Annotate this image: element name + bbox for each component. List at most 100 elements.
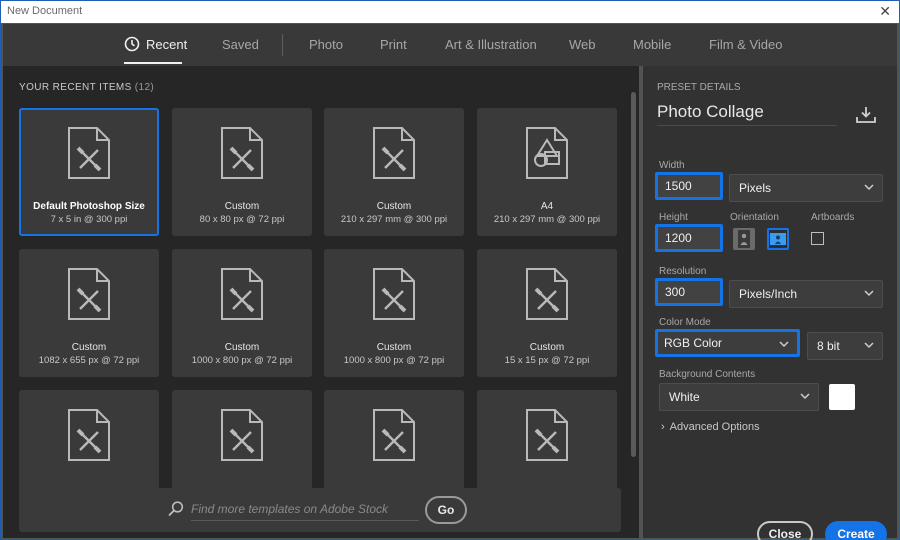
color-mode-label: Color Mode: [659, 317, 711, 328]
document-shapes-icon: [525, 126, 569, 180]
active-tab-indicator: [124, 62, 182, 64]
recent-item-name: Custom: [529, 342, 565, 353]
recent-item-name: Default Photoshop Size: [33, 201, 145, 212]
recent-item-name: Custom: [376, 342, 412, 353]
recent-item-dimensions: 210 x 297 mm @ 300 ppi: [493, 214, 601, 225]
height-input[interactable]: 1200: [655, 224, 723, 252]
portrait-icon: [738, 230, 750, 248]
category-tabs: Recent Saved Photo Print Art & Illustrat…: [3, 24, 897, 66]
preset-details-panel: PRESET DETAILS Photo Collage Width 1500 …: [643, 66, 897, 540]
document-brush-icon: [372, 126, 416, 180]
bit-depth-value: 8 bit: [817, 339, 840, 353]
recent-item-dimensions: 1000 x 800 px @ 72 ppi: [343, 355, 445, 366]
recent-items-panel: YOUR RECENT ITEMS (12) Default Photoshop …: [3, 66, 639, 538]
stock-search-input[interactable]: Find more templates on Adobe Stock: [191, 502, 419, 521]
recent-items-scrollbar[interactable]: [631, 92, 636, 457]
color-mode-value: RGB Color: [664, 336, 723, 350]
stock-search-bar: Find more templates on Adobe Stock Go: [19, 488, 621, 532]
document-brush-icon: [220, 126, 264, 180]
recent-item-name: Custom: [71, 342, 107, 353]
recent-item-card[interactable]: Custom 1000 x 800 px @ 72 ppi: [324, 249, 464, 377]
document-brush-icon: [525, 408, 569, 462]
recent-items-heading: YOUR RECENT ITEMS (12): [19, 82, 154, 93]
create-button[interactable]: Create: [825, 521, 887, 540]
recent-item-dimensions: 1082 x 655 px @ 72 ppi: [38, 355, 140, 366]
title-bar: New Document ✕: [1, 1, 899, 23]
landscape-icon: [770, 233, 786, 245]
document-brush-icon: [67, 126, 111, 180]
recent-item-name: Custom: [224, 342, 260, 353]
resolution-input[interactable]: 300: [655, 278, 723, 306]
document-brush-icon: [220, 267, 264, 321]
tab-photo[interactable]: Photo: [309, 37, 343, 52]
search-icon: [168, 501, 184, 516]
background-color-swatch[interactable]: [829, 384, 855, 410]
artboards-label: Artboards: [811, 212, 855, 223]
recent-item-name: Custom: [376, 201, 412, 212]
document-brush-icon: [525, 267, 569, 321]
recent-item-dimensions: 1000 x 800 px @ 72 ppi: [191, 355, 293, 366]
preset-name-field[interactable]: Photo Collage: [657, 102, 837, 126]
recent-item-card[interactable]: Custom 15 x 15 px @ 72 ppi: [477, 249, 617, 377]
recent-item-dimensions: 15 x 15 px @ 72 ppi: [504, 355, 590, 366]
width-input[interactable]: 1500: [655, 172, 723, 200]
landscape-orientation-button[interactable]: [767, 228, 789, 250]
height-label: Height: [659, 212, 688, 223]
recent-item-dimensions: 7 x 5 in @ 300 ppi: [50, 214, 128, 225]
resolution-unit-select[interactable]: Pixels/Inch: [729, 280, 883, 308]
recent-items-count: (12): [134, 82, 155, 93]
save-preset-icon[interactable]: [855, 106, 877, 124]
recent-item-name: A4: [540, 201, 554, 212]
document-brush-icon: [372, 408, 416, 462]
new-document-dialog: New Document ✕ Recent Saved Photo Print …: [0, 0, 900, 540]
chevron-down-icon: [864, 290, 874, 297]
recent-item-card[interactable]: Custom 1000 x 800 px @ 72 ppi: [172, 249, 312, 377]
recent-item-dimensions: 80 x 80 px @ 72 ppi: [199, 214, 285, 225]
background-contents-label: Background Contents: [659, 369, 756, 380]
document-brush-icon: [67, 408, 111, 462]
preset-details-label: PRESET DETAILS: [657, 82, 741, 93]
recent-item-name: Custom: [224, 201, 260, 212]
recent-items-title: YOUR RECENT ITEMS: [19, 82, 132, 93]
chevron-down-icon: [864, 342, 874, 349]
recent-item-card[interactable]: Custom 80 x 80 px @ 72 ppi: [172, 108, 312, 236]
close-button[interactable]: Close: [757, 521, 813, 540]
background-contents-select[interactable]: White: [659, 383, 819, 411]
recent-item-card[interactable]: Custom 210 x 297 mm @ 300 ppi: [324, 108, 464, 236]
go-button[interactable]: Go: [425, 496, 467, 524]
tab-print[interactable]: Print: [380, 37, 407, 52]
width-unit-value: Pixels: [739, 181, 772, 195]
recent-item-card[interactable]: Default Photoshop Size 7 x 5 in @ 300 ppi: [19, 108, 159, 236]
recent-item-card[interactable]: A4 210 x 297 mm @ 300 ppi: [477, 108, 617, 236]
chevron-right-icon: ›: [661, 421, 665, 433]
tab-divider: [282, 34, 283, 56]
window-close-button[interactable]: ✕: [879, 3, 891, 19]
recent-item-dimensions: 210 x 297 mm @ 300 ppi: [340, 214, 448, 225]
color-mode-select[interactable]: RGB Color: [655, 329, 800, 357]
document-brush-icon: [372, 267, 416, 321]
chevron-down-icon: [864, 184, 874, 191]
tab-recent[interactable]: Recent: [146, 37, 187, 52]
width-unit-select[interactable]: Pixels: [729, 174, 883, 202]
clock-icon: [124, 36, 140, 52]
dialog-body: Recent Saved Photo Print Art & Illustrat…: [3, 24, 897, 540]
recent-item-card[interactable]: Custom 1082 x 655 px @ 72 ppi: [19, 249, 159, 377]
resolution-label: Resolution: [659, 266, 707, 277]
artboards-checkbox[interactable]: [811, 232, 824, 245]
portrait-orientation-button[interactable]: [733, 228, 755, 250]
tab-saved[interactable]: Saved: [222, 37, 259, 52]
tab-film-video[interactable]: Film & Video: [709, 37, 782, 52]
tab-art-illustration[interactable]: Art & Illustration: [445, 37, 537, 52]
chevron-down-icon: [779, 341, 789, 348]
tab-mobile[interactable]: Mobile: [633, 37, 671, 52]
tab-web[interactable]: Web: [569, 37, 596, 52]
chevron-down-icon: [800, 393, 810, 400]
advanced-options-toggle[interactable]: › Advanced Options: [661, 421, 760, 433]
advanced-options-label: Advanced Options: [669, 421, 760, 433]
resolution-unit-value: Pixels/Inch: [739, 287, 798, 301]
document-brush-icon: [67, 267, 111, 321]
document-brush-icon: [220, 408, 264, 462]
background-contents-value: White: [669, 390, 700, 404]
window-title: New Document: [7, 5, 83, 17]
bit-depth-select[interactable]: 8 bit: [807, 332, 883, 360]
